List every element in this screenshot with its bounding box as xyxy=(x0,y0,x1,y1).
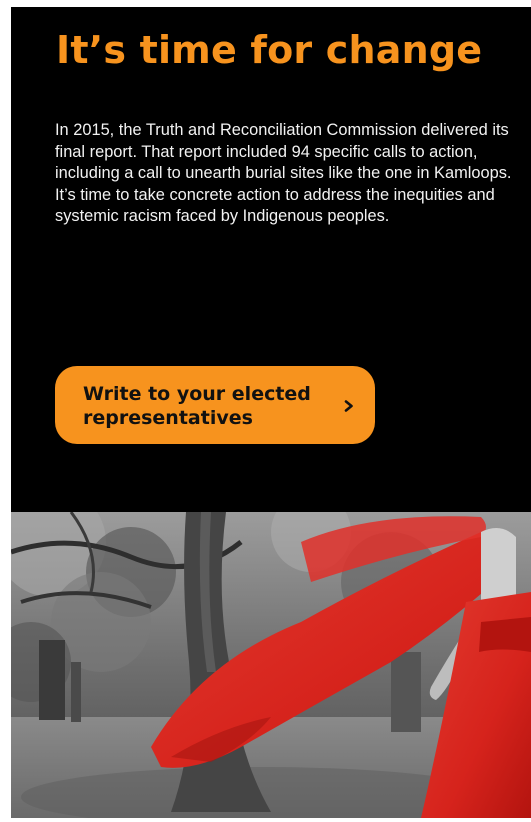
page-title: It’s time for change xyxy=(56,28,483,72)
hero-panel: It’s time for change In 2015, the Truth … xyxy=(11,7,531,512)
page: It’s time for change In 2015, the Truth … xyxy=(0,0,531,822)
write-representatives-button[interactable]: Write to your elected representatives xyxy=(55,366,375,444)
hero-photo xyxy=(11,512,531,818)
red-dress-photo xyxy=(11,512,531,818)
chevron-right-icon xyxy=(344,400,353,412)
hero-body-text: In 2015, the Truth and Reconciliation Co… xyxy=(55,121,512,226)
cta-label: Write to your elected representatives xyxy=(83,383,311,429)
